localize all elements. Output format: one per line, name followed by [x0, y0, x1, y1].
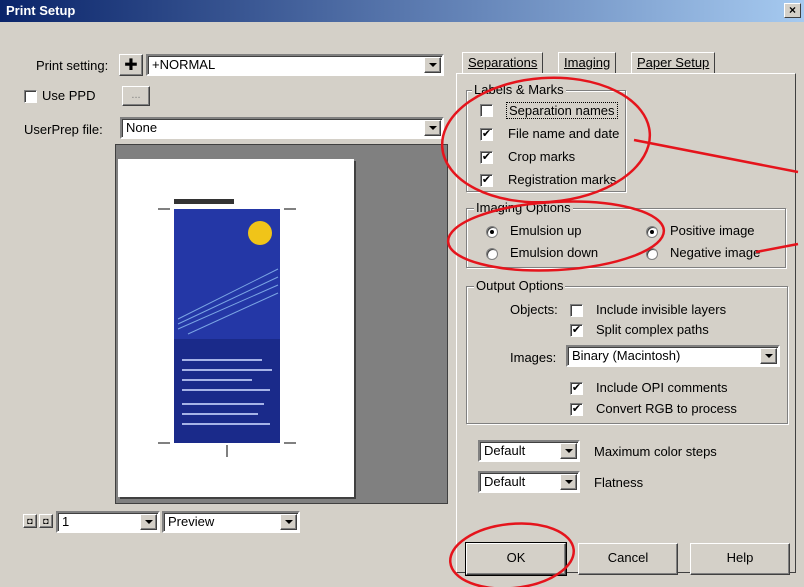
ppd-browse-button[interactable]: ... [122, 86, 150, 106]
preview-area [115, 144, 448, 504]
userprep-value: None [126, 120, 158, 135]
page-next-button[interactable]: ◘ [39, 514, 53, 528]
close-button[interactable]: × [784, 3, 801, 18]
color-steps-select[interactable]: Default [478, 440, 580, 462]
include-invisible-checkbox[interactable] [570, 304, 583, 317]
images-select[interactable]: Binary (Macintosh) [566, 345, 780, 367]
color-steps-label: Maximum color steps [594, 444, 717, 459]
labels-marks-title: Labels & Marks [472, 82, 566, 97]
page-number-select[interactable]: 1 [56, 511, 160, 533]
positive-image-radio[interactable] [646, 226, 658, 238]
page-icon: ◘ [27, 516, 33, 526]
print-setting-label: Print setting: [36, 58, 109, 73]
chevron-down-icon[interactable] [760, 348, 777, 364]
page-icon: ◘ [43, 516, 49, 526]
registration-colorbar [174, 199, 234, 204]
include-opi-checkbox[interactable]: ✔ [570, 382, 583, 395]
tab-imaging-label: Imaging [564, 55, 611, 70]
chevron-down-icon[interactable] [560, 474, 577, 490]
chevron-down-icon[interactable] [424, 120, 441, 136]
view-mode-value: Preview [168, 514, 215, 529]
use-ppd-checkbox[interactable] [24, 90, 37, 103]
convert-rgb-checkbox[interactable]: ✔ [570, 403, 583, 416]
title-bar: Print Setup × [0, 0, 804, 22]
flatness-select[interactable]: Default [478, 471, 580, 493]
preview-logo [248, 221, 272, 245]
registration-marks-label: Registration marks [508, 172, 617, 187]
images-label: Images: [510, 350, 557, 365]
separation-names-label: Separation names [506, 102, 618, 119]
negative-image-radio[interactable] [646, 248, 658, 260]
convert-rgb-label: Convert RGB to process [596, 401, 737, 416]
file-name-date-checkbox[interactable]: ✔ [480, 128, 493, 141]
include-opi-label: Include OPI comments [596, 380, 728, 395]
emulsion-down-radio[interactable] [486, 248, 498, 260]
crop-marks-checkbox[interactable]: ✔ [480, 151, 493, 164]
help-button[interactable]: Help [690, 543, 790, 575]
use-ppd-label: Use PPD [42, 88, 96, 103]
chevron-down-icon[interactable] [280, 514, 297, 530]
page-prev-button[interactable]: ◘ [23, 514, 37, 528]
include-invisible-label: Include invisible layers [596, 302, 727, 317]
chevron-down-icon[interactable] [424, 57, 441, 73]
print-setting-value: +NORMAL [152, 57, 216, 72]
flatness-label: Flatness [594, 475, 644, 490]
separation-names-checkbox[interactable] [480, 104, 493, 117]
page-preview-image [158, 199, 296, 457]
page-number-value: 1 [62, 514, 70, 529]
imaging-options-title: Imaging Options [474, 200, 573, 215]
tab-separations[interactable]: Separations [462, 52, 544, 74]
tab-separations-label: Separations [468, 55, 538, 70]
split-paths-checkbox[interactable]: ✔ [570, 324, 583, 337]
output-options-title: Output Options [474, 278, 566, 293]
chevron-down-icon[interactable] [560, 443, 577, 459]
chevron-down-icon[interactable] [140, 514, 157, 530]
userprep-select[interactable]: None [120, 117, 444, 139]
print-setting-select[interactable]: +NORMAL [146, 54, 444, 76]
color-steps-value: Default [484, 443, 526, 458]
images-value: Binary (Macintosh) [572, 348, 681, 363]
file-name-date-label: File name and date [508, 126, 620, 141]
emulsion-up-radio[interactable] [486, 226, 498, 238]
registration-marks-checkbox[interactable]: ✔ [480, 174, 493, 187]
cancel-button[interactable]: Cancel [578, 543, 678, 575]
split-paths-label: Split complex paths [596, 322, 709, 337]
view-mode-select[interactable]: Preview [162, 511, 300, 533]
plus-icon: ✚ [124, 57, 138, 74]
crop-marks-label: Crop marks [508, 149, 576, 164]
add-setting-button[interactable]: ✚ [119, 54, 143, 76]
tab-imaging[interactable]: Imaging [558, 52, 617, 74]
preview-page [118, 159, 354, 497]
emulsion-up-label: Emulsion up [510, 223, 582, 238]
objects-label: Objects: [510, 302, 558, 317]
ok-button[interactable]: OK [465, 542, 567, 576]
tab-paper-setup-label: Paper Setup [637, 55, 710, 70]
window-title: Print Setup [6, 3, 76, 18]
flatness-value: Default [484, 474, 526, 489]
userprep-label: UserPrep file: [24, 122, 103, 137]
positive-image-label: Positive image [670, 223, 755, 238]
negative-image-label: Negative image [670, 245, 761, 260]
tab-paper-setup[interactable]: Paper Setup [631, 52, 716, 74]
emulsion-down-label: Emulsion down [510, 245, 599, 260]
